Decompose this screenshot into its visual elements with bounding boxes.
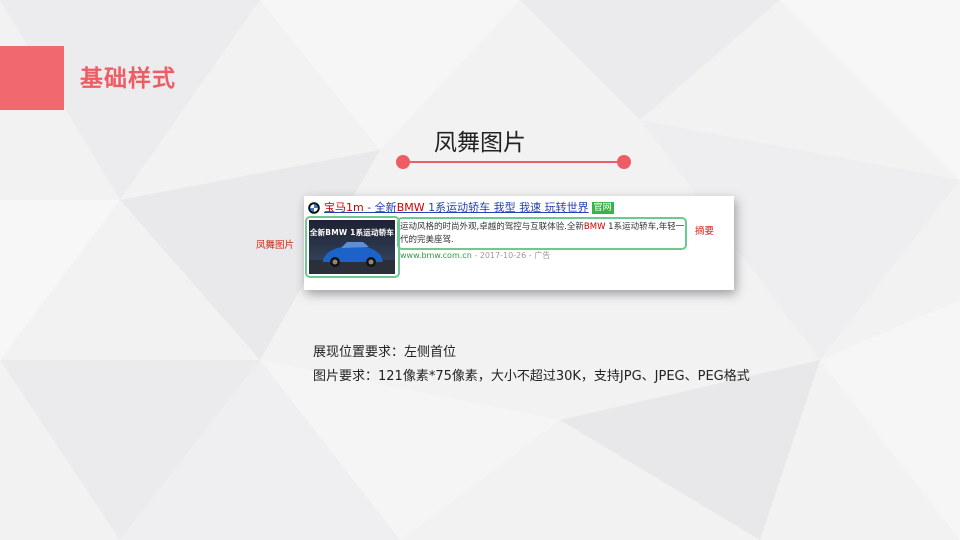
ad-url-meta: - 2017-10-26 - 广告	[471, 251, 551, 260]
bmw-logo-icon	[308, 202, 320, 214]
summary-callout-label: 摘要	[695, 226, 715, 237]
summary-highlight-box	[397, 217, 687, 250]
ad-url[interactable]: www.bmw.com.cn	[400, 251, 472, 260]
ad-title-text-2: 1系运动轿车 我型 我速 玩转世界	[424, 201, 589, 214]
title-accent-block	[0, 46, 64, 110]
image-requirement: 图片要求：121像素*75像素，大小不超过30K，支持JPG、JPEG、PEG格…	[313, 369, 750, 384]
ad-title-text-1: - 全新	[363, 201, 397, 214]
ad-title-bmw: BMW	[396, 201, 425, 214]
official-badge: 官网	[591, 202, 614, 214]
ad-preview-card: 宝马1m - 全新BMW 1系运动轿车 我型 我速 玩转世界 官网 全新BMW …	[304, 196, 734, 290]
underline-dot-right	[617, 155, 631, 169]
position-requirement: 展现位置要求：左侧首位	[313, 345, 457, 360]
ad-title-link[interactable]: 宝马1m - 全新BMW 1系运动轿车 我型 我速 玩转世界	[324, 201, 589, 215]
heading-underline	[404, 161, 624, 163]
ad-title-brand: 宝马1m	[324, 201, 364, 214]
underline-dot-left	[396, 155, 410, 169]
image-callout-label: 凤舞图片	[256, 240, 295, 251]
ad-header: 宝马1m - 全新BMW 1系运动轿车 我型 我速 玩转世界 官网	[308, 200, 614, 216]
slide-heading: 凤舞图片	[434, 130, 526, 156]
ad-url-line: www.bmw.com.cn - 2017-10-26 - 广告	[400, 250, 550, 262]
section-title: 基础样式	[80, 66, 176, 92]
image-highlight-box	[305, 216, 400, 278]
